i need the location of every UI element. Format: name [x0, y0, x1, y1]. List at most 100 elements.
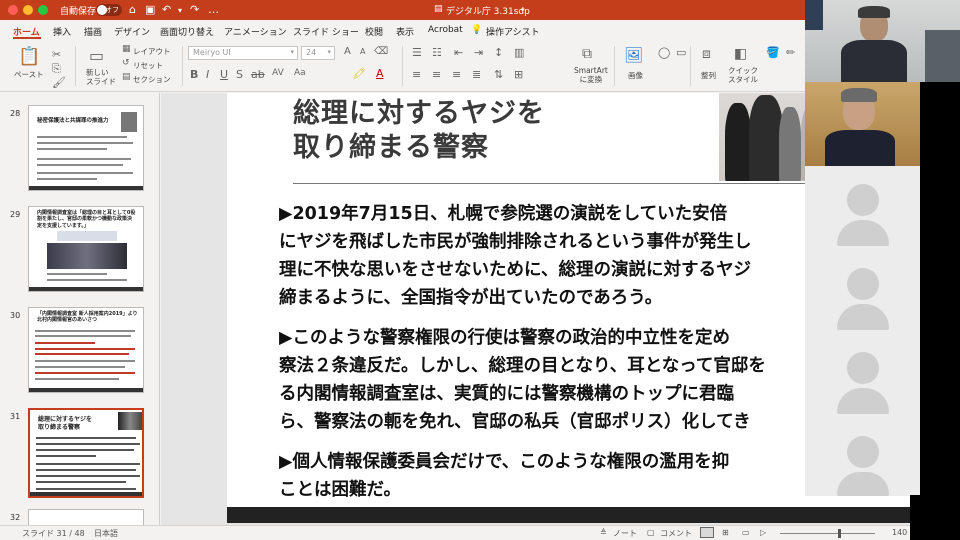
- bold-icon[interactable]: B: [190, 68, 198, 81]
- tab-slideshow[interactable]: スライド ショー: [293, 25, 359, 38]
- tab-transitions[interactable]: 画面切り替え: [160, 25, 214, 38]
- new-slide-icon[interactable]: ▭: [89, 46, 104, 65]
- redo-icon[interactable]: ↷: [190, 3, 199, 16]
- smartart-label[interactable]: SmartArt に変換: [574, 66, 608, 84]
- avatar[interactable]: [847, 268, 879, 300]
- language-indicator[interactable]: 日本語: [94, 528, 118, 539]
- slide-title-line-2[interactable]: 取り締まる警察: [293, 131, 489, 164]
- avatar[interactable]: [847, 436, 879, 468]
- slide-thumbnail-32[interactable]: [28, 509, 144, 525]
- smartart-icon[interactable]: ⧉: [582, 46, 592, 62]
- slide-body-line[interactable]: ▶このような警察権限の行使は警察の政治的中立性を定め: [279, 325, 730, 351]
- slide-body-line[interactable]: る内閣情報調査室は、実質的には警察機構のトップに君臨: [279, 381, 734, 407]
- slide-editing-canvas[interactable]: 総理に対するヤジを 取り締まる警察 ▶2019年7月15日、札幌で参院選の演説を…: [161, 93, 910, 525]
- tab-view[interactable]: 表示: [396, 25, 414, 38]
- align-right-icon[interactable]: ≡: [452, 68, 461, 81]
- avatar[interactable]: [847, 352, 879, 384]
- normal-view-icon[interactable]: [700, 527, 714, 538]
- tab-acrobat[interactable]: Acrobat: [428, 25, 463, 35]
- font-size-field[interactable]: 24 ▾: [301, 46, 335, 60]
- slide-sorter-icon[interactable]: ⊞: [722, 528, 729, 537]
- numbering-icon[interactable]: ☷: [432, 46, 442, 59]
- slide-body-line[interactable]: ことは困難だ。: [279, 477, 401, 503]
- section-icon[interactable]: ▤: [122, 72, 131, 82]
- shape-outline-icon[interactable]: ✏: [786, 46, 795, 59]
- tab-animations[interactable]: アニメーション: [224, 25, 287, 38]
- avatar[interactable]: [847, 184, 879, 216]
- copy-icon[interactable]: ⎘: [52, 62, 61, 76]
- title-dropdown-icon[interactable]: ▾: [521, 6, 525, 14]
- slide-thumbnail-31[interactable]: 総理に対するヤジを 取り締まる警察: [28, 408, 144, 498]
- font-color-icon[interactable]: A: [376, 67, 384, 80]
- slide-body-line[interactable]: 理に不快な思いをさせないために、総理の演説に対するヤジ: [279, 257, 751, 283]
- participant-video-1[interactable]: [805, 0, 960, 82]
- comments-icon[interactable]: ▢: [647, 528, 655, 537]
- slide-body-line[interactable]: ▶2019年7月15日、札幌で参院選の演説をしていた安倍: [279, 201, 727, 227]
- close-window-button[interactable]: [8, 5, 18, 15]
- arrange-label[interactable]: 整列: [701, 70, 716, 81]
- decrease-indent-icon[interactable]: ⇤: [454, 46, 463, 59]
- tab-design[interactable]: デザイン: [114, 25, 150, 38]
- save-icon[interactable]: ▣: [145, 3, 155, 16]
- autosave-toggle[interactable]: オフ: [96, 4, 122, 16]
- paste-icon[interactable]: 📋: [18, 46, 40, 67]
- reset-icon[interactable]: ↺: [122, 58, 130, 68]
- slide-thumbnail-28[interactable]: 秘密保護法と共謀罪の推進力: [28, 105, 144, 191]
- textbox-icon[interactable]: ▭: [676, 46, 686, 59]
- increase-indent-icon[interactable]: ⇥: [474, 46, 483, 59]
- slide-body-line[interactable]: 察法２条違反だ。しかし、総理の目となり、耳となって官邸を: [279, 353, 766, 379]
- cut-icon[interactable]: ✂: [52, 48, 61, 61]
- slide-body-line[interactable]: 締まるように、全国指令が出ていたのであろう。: [279, 285, 662, 311]
- minimize-window-button[interactable]: [23, 5, 33, 15]
- notes-icon[interactable]: ≜: [600, 528, 607, 537]
- tab-tell-me[interactable]: 操作アシスト: [486, 25, 540, 38]
- slideshow-icon[interactable]: ▷: [760, 528, 766, 537]
- align-text-icon[interactable]: ⊞: [514, 68, 523, 81]
- arrange-icon[interactable]: ⧈: [702, 46, 711, 62]
- shadow-icon[interactable]: S: [236, 68, 243, 81]
- tab-insert[interactable]: 挿入: [53, 25, 71, 38]
- align-center-icon[interactable]: ≡: [432, 68, 441, 81]
- text-direction-icon[interactable]: ⇅: [494, 68, 503, 81]
- underline-icon[interactable]: U: [220, 68, 228, 81]
- tab-review[interactable]: 校閲: [365, 25, 383, 38]
- reading-view-icon[interactable]: ▭: [742, 528, 750, 537]
- grow-font-icon[interactable]: A: [344, 46, 351, 57]
- change-case-icon[interactable]: Aa: [294, 68, 306, 78]
- home-icon[interactable]: ⌂: [129, 3, 136, 16]
- slide-title-line-1[interactable]: 総理に対するヤジを: [293, 97, 545, 130]
- slide-body-line[interactable]: ら、警察法の軛を免れ、官邸の私兵（官邸ポリス）化してき: [279, 409, 751, 435]
- highlight-icon[interactable]: 🖍: [352, 67, 366, 80]
- bullets-icon[interactable]: ☰: [412, 46, 422, 59]
- undo-icon[interactable]: ↶: [162, 3, 171, 16]
- font-name-field[interactable]: Meiryo UI ▾: [188, 46, 298, 60]
- align-left-icon[interactable]: ≡: [412, 68, 421, 81]
- layout-label[interactable]: レイアウト: [133, 46, 171, 57]
- quick-style-icon[interactable]: ◧: [734, 46, 747, 62]
- section-label[interactable]: セクション: [133, 74, 171, 85]
- tab-draw[interactable]: 描画: [84, 25, 102, 38]
- columns-icon[interactable]: ▥: [514, 46, 524, 59]
- zoom-window-button[interactable]: [38, 5, 48, 15]
- line-spacing-icon[interactable]: ↕: [494, 46, 503, 59]
- slide-body-line[interactable]: ▶個人情報保護委員会だけで、このような権限の濫用を抑: [279, 449, 729, 475]
- shrink-font-icon[interactable]: A: [360, 47, 365, 56]
- slide-thumbnail-30[interactable]: 「内閣情報調査室 新人採用案内2019」より 北村内閣情報官のあいさつ: [28, 307, 144, 393]
- shape-fill-icon[interactable]: 🪣: [766, 46, 780, 59]
- spacing-icon[interactable]: AV: [272, 68, 284, 78]
- slide-thumbnail-pane[interactable]: 28 秘密保護法と共謀罪の推進力 29 内閣情報調査室は「総理の目と耳として0役…: [0, 93, 160, 525]
- more-icon[interactable]: …: [208, 3, 219, 16]
- reset-label[interactable]: リセット: [133, 60, 163, 71]
- slide-thumbnail-29[interactable]: 内閣情報調査室は「総理の目と耳として0役 割を果たし、官邸の柔軟かつ機動な政策決…: [28, 206, 144, 292]
- shapes-icon[interactable]: ◯: [658, 46, 670, 59]
- image-icon[interactable]: 🖼: [624, 46, 643, 64]
- slide-body-line[interactable]: にヤジを飛ばした市民が強制排除されるという事件が発生し: [279, 229, 752, 255]
- layout-icon[interactable]: ▦: [122, 44, 131, 54]
- clear-format-icon[interactable]: ⌫: [374, 46, 388, 57]
- italic-icon[interactable]: I: [206, 68, 209, 81]
- undo-dropdown-icon[interactable]: ▾: [178, 6, 182, 15]
- image-label[interactable]: 画像: [628, 70, 643, 81]
- strikethrough-icon[interactable]: ab: [251, 68, 265, 81]
- format-painter-icon[interactable]: 🖌: [52, 76, 66, 89]
- comments-button[interactable]: コメント: [660, 528, 692, 539]
